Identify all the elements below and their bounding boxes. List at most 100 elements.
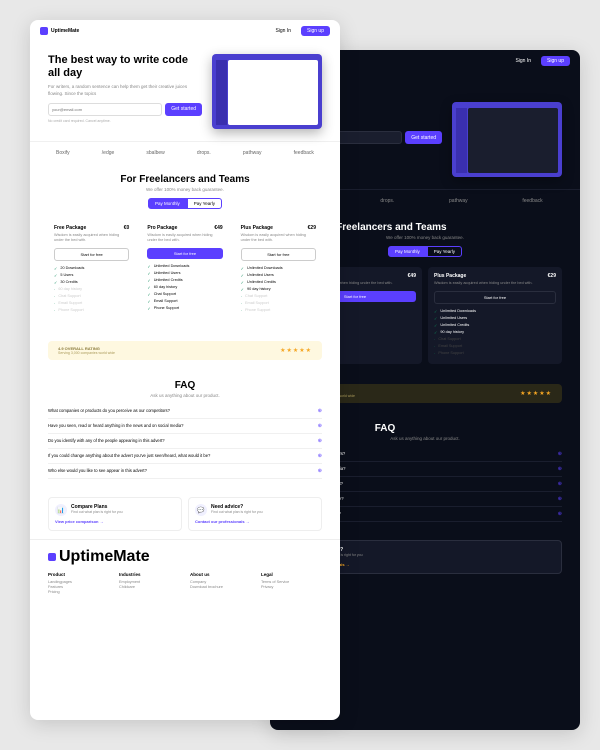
check-icon: ·: [434, 344, 435, 349]
navbar: UptimeMate Sign In Sign up: [30, 20, 340, 42]
faq-item[interactable]: If you could change anything about the a…: [48, 449, 322, 464]
help-link[interactable]: View price comparison →: [55, 519, 175, 524]
plan-feature: ✓Unlimited Users: [241, 273, 316, 278]
check-icon: ✓: [241, 273, 244, 278]
check-icon: ✓: [241, 280, 244, 285]
check-icon: ✓: [241, 266, 244, 271]
plan-feature: ✓90 day history: [241, 287, 316, 292]
check-icon: ✓: [241, 287, 244, 292]
footer-link[interactable]: Terms of Service: [261, 580, 322, 584]
plan-feature: ·Chat Support: [54, 294, 129, 299]
pricing-plan: Plus Package €29 Wisdom is easily acquired…: [235, 219, 322, 321]
faq-question: If you could change anything about the a…: [48, 453, 210, 458]
footer-heading: Industries: [119, 572, 180, 577]
check-icon: ·: [434, 351, 435, 356]
plan-feature: ✓Unlimited Credits: [147, 278, 222, 283]
plan-desc: Wisdom is easily acquired when hiding un…: [241, 233, 316, 243]
check-icon: ✓: [147, 306, 150, 311]
check-icon: ✓: [54, 273, 57, 278]
plan-cta-button[interactable]: Start for free: [54, 248, 129, 261]
check-icon: ·: [54, 294, 55, 299]
pricing-plan: Pro Package€49Wisdom is easily acquired …: [141, 219, 228, 321]
light-theme-card: UptimeMate Sign In Sign up The best way …: [30, 20, 340, 720]
help-icon: 💬: [195, 504, 207, 516]
monthly-toggle[interactable]: Pay Monthly: [148, 198, 187, 209]
plan-feature: ✓Unlimited Downloads: [241, 266, 316, 271]
signin-button[interactable]: Sign In: [269, 26, 297, 36]
footer-logo[interactable]: UptimeMate: [48, 548, 322, 566]
help-link[interactable]: Contact our professionals →: [195, 519, 315, 524]
footer-link[interactable]: Landingpages: [48, 580, 109, 584]
plan-name: Plus Package: [434, 273, 466, 279]
get-started-button[interactable]: Get started: [405, 131, 442, 144]
help-icon: 📊: [55, 504, 67, 516]
stars-icon: ★★★★★: [280, 347, 312, 354]
faq-item[interactable]: What companies or products do you percei…: [48, 404, 322, 419]
brand-logo: feedback: [522, 198, 542, 204]
plan-cta-button[interactable]: Start for free: [241, 248, 316, 261]
faq-item[interactable]: Have you seen, read or heard anything in…: [48, 419, 322, 434]
footer-link[interactable]: Company: [190, 580, 251, 584]
footer-column: Industries EmploymentChildcare: [119, 572, 180, 595]
plan-feature: ✓Unlimited Users: [147, 271, 222, 276]
faq-title: FAQ: [48, 380, 322, 391]
stars-icon: ★★★★★: [520, 390, 552, 397]
faq-item[interactable]: Do you identify with any of the people a…: [48, 434, 322, 449]
signup-button[interactable]: Sign up: [301, 26, 330, 36]
footer-link[interactable]: Features: [48, 585, 109, 589]
check-icon: ✓: [147, 271, 150, 276]
check-icon: ✓: [434, 309, 437, 314]
faq-question: What companies or products do you percei…: [48, 408, 170, 413]
plan-price: €49: [214, 225, 222, 231]
faq-item[interactable]: Who else would you like to see appear in…: [48, 464, 322, 479]
plan-price: €29: [548, 273, 556, 279]
logo-icon: [40, 27, 48, 35]
signin-button[interactable]: Sign In: [509, 56, 537, 66]
plan-feature: ✓20 Downloads: [54, 266, 129, 271]
monthly-toggle[interactable]: Pay Monthly: [388, 246, 427, 257]
brand-logo: drops.: [380, 198, 394, 204]
logo[interactable]: UptimeMate: [40, 27, 79, 35]
pricing-plan: Free Package€0Wisdom is easily acquired …: [48, 219, 135, 321]
plan-price: €29: [308, 225, 316, 231]
hero: The best way to write code all day For w…: [30, 42, 340, 141]
plan-feature: ·60 day history: [54, 287, 129, 292]
email-input[interactable]: [48, 103, 162, 116]
plan-cta-button[interactable]: Start for free: [434, 291, 556, 304]
check-icon: ✓: [147, 278, 150, 283]
check-icon: ✓: [54, 280, 57, 285]
pricing-subtitle: We offer 100% money back guarantee.: [48, 187, 322, 192]
hero-title: The best way to write code all day: [48, 54, 202, 80]
plan-feature: ✓Unlimited Users: [434, 316, 556, 321]
brand-logo: /edge: [102, 150, 115, 156]
footer-column: About usCompanyDownload brochure: [190, 572, 251, 595]
footer-link[interactable]: Privacy: [261, 585, 322, 589]
plan-name: Plus Package: [241, 225, 273, 231]
plan-desc: Wisdom is easily acquired when hiding un…: [147, 233, 222, 243]
footer-link[interactable]: Employment: [119, 580, 180, 584]
yearly-toggle[interactable]: Pay Yearly: [427, 246, 462, 257]
plan-feature: ·Phone Support: [434, 351, 556, 356]
check-icon: ·: [54, 287, 55, 292]
hero-subtitle: For writers, a random sentence can help …: [48, 84, 202, 97]
faq-subtitle: Ask us anything about our product.: [48, 393, 322, 398]
plan-cta-button[interactable]: Start for free: [147, 248, 222, 259]
plan-feature: ✓30 Credits: [54, 280, 129, 285]
footer-link[interactable]: Pricing: [48, 590, 109, 594]
help-card: 📊Compare PlansFind out what plan is righ…: [48, 497, 182, 531]
get-started-button[interactable]: Get started: [165, 103, 202, 116]
footer-link[interactable]: Download brochure: [190, 585, 251, 589]
plan-feature: ·Phone Support: [54, 308, 129, 313]
signup-button[interactable]: Sign up: [541, 56, 570, 66]
check-icon: ✓: [147, 264, 150, 269]
expand-icon: ⊕: [558, 451, 562, 457]
footer-column: ProductLandingpagesFeaturesPricing: [48, 572, 109, 595]
footer-link[interactable]: Childcare: [119, 585, 180, 589]
expand-icon: ⊕: [558, 481, 562, 487]
plan-feature: ✓Chat Support: [147, 292, 222, 297]
check-icon: ·: [241, 294, 242, 299]
plan-feature: ✓Email Support: [147, 299, 222, 304]
check-icon: ✓: [147, 285, 150, 290]
plan-feature: ·Email Support: [241, 301, 316, 306]
yearly-toggle[interactable]: Pay Yearly: [187, 198, 222, 209]
